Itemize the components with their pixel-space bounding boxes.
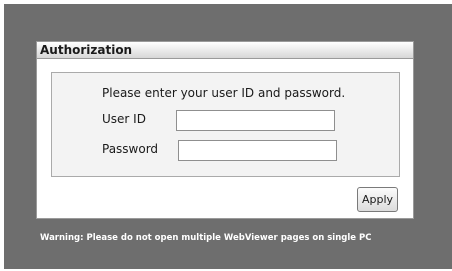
- password-input[interactable]: [178, 140, 337, 161]
- login-instruction: Please enter your user ID and password.: [102, 86, 346, 100]
- user-id-label: User ID: [102, 112, 146, 126]
- login-form-box: Please enter your user ID and password. …: [51, 72, 400, 177]
- apply-button[interactable]: Apply: [357, 187, 398, 212]
- panel-title: Authorization: [37, 42, 413, 59]
- password-label: Password: [102, 142, 159, 156]
- authorization-panel: Authorization Please enter your user ID …: [36, 41, 414, 219]
- user-id-input[interactable]: [176, 110, 335, 131]
- warning-message: Warning: Please do not open multiple Web…: [40, 233, 372, 243]
